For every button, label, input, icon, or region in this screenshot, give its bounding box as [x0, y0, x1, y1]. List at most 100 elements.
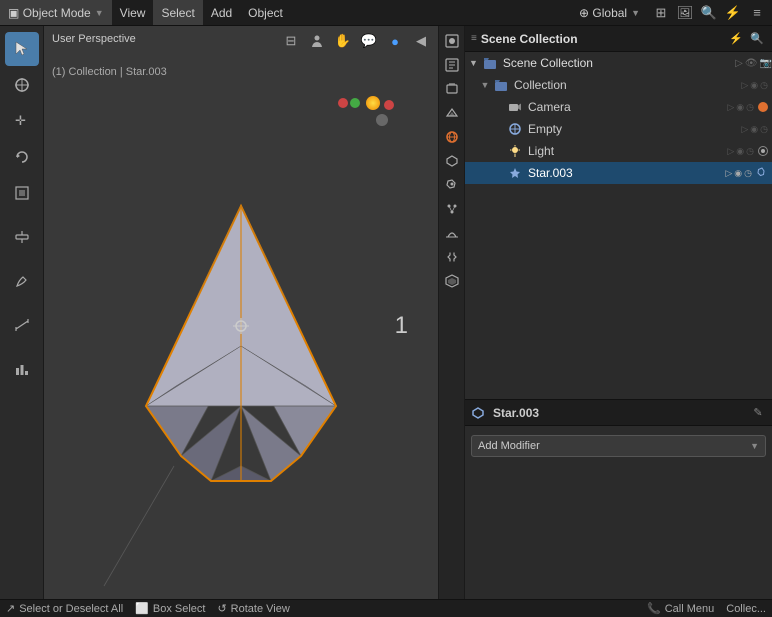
header-icon-1[interactable]: ⊞ — [650, 2, 672, 24]
outliner-tree[interactable]: ▼ Scene Collection ▷ 👁 📷 ▼ — [465, 52, 772, 399]
properties-body: Add Modifier ▼ — [465, 426, 772, 466]
add-label: Add — [211, 6, 232, 20]
light-cam-icon: ◷ — [746, 146, 754, 157]
select-all-item[interactable]: ↗ Select or Deselect All — [6, 602, 123, 615]
camera-row[interactable]: ▶ Camera ▷ ◉ ◷ — [465, 96, 772, 118]
vp-hand-icon[interactable]: ✋ — [332, 30, 354, 52]
svg-text:✛: ✛ — [15, 113, 26, 128]
outliner-filter-icon[interactable]: ⚡ — [727, 30, 745, 48]
camera-item-icon — [508, 100, 522, 114]
viewport-number: 1 — [395, 312, 408, 340]
modifier-icon[interactable] — [441, 174, 463, 196]
rotate-tool[interactable] — [5, 140, 39, 174]
select-all-icon: ↗ — [6, 602, 15, 615]
collection-status[interactable]: Collec... — [726, 603, 766, 615]
header-icon-3[interactable]: 🔍 — [698, 2, 720, 24]
view-label: View — [120, 6, 146, 20]
star003-row[interactable]: ▶ Star.003 ▷ ◉ ◷ — [465, 162, 772, 184]
add-modifier-dropdown[interactable]: Add Modifier ▼ — [471, 435, 766, 457]
col-tri-icon: ▷ — [741, 80, 748, 91]
viewport-3d[interactable]: User Perspective (1) Collection | Star.0… — [44, 26, 438, 599]
outliner-header-icons: ⚡ 🔍 — [727, 30, 766, 48]
world-icon[interactable] — [441, 126, 463, 148]
outliner-icon: ≡ — [471, 33, 477, 44]
outliner-header: ≡ Scene Collection ⚡ 🔍 — [465, 26, 772, 52]
call-menu-item[interactable]: 📞 Call Menu — [647, 602, 714, 615]
header-icon-2[interactable]: 🖼 — [674, 2, 696, 24]
rotate-view-item[interactable]: ↺ Rotate View — [217, 602, 289, 615]
physics-icon[interactable] — [441, 222, 463, 244]
sc-eye-icon: 👁 — [745, 58, 758, 69]
star-object-svg — [101, 166, 381, 486]
scene-collection-label: Scene Collection — [503, 56, 593, 70]
outliner-search-icon[interactable]: 🔍 — [748, 30, 766, 48]
collection-row[interactable]: ▼ Collection ▷ ◉ ◷ — [465, 74, 772, 96]
perspective-label: User Perspective — [52, 33, 136, 45]
constraints-icon[interactable] — [441, 246, 463, 268]
camera-label: Camera — [528, 100, 571, 114]
view-layer-icon[interactable] — [441, 78, 463, 100]
add-menu[interactable]: Add — [203, 0, 240, 25]
col-eye-icon: ◉ — [750, 80, 758, 91]
cam-cam-icon: ◷ — [746, 102, 754, 113]
light-eye-icon: ◉ — [736, 146, 744, 157]
cursor-tool[interactable] — [5, 68, 39, 102]
output-icon[interactable] — [441, 54, 463, 76]
box-select-icon: ⬜ — [135, 602, 149, 615]
scene-collection-title: Scene Collection — [481, 32, 578, 46]
star-label: Star.003 — [528, 166, 573, 180]
select-menu[interactable]: Select — [153, 0, 202, 25]
star-cam-icon: ◷ — [744, 168, 752, 179]
light-tri-icon: ▷ — [727, 146, 734, 157]
mode-icon: ▣ — [8, 6, 19, 20]
particles-icon[interactable] — [441, 198, 463, 220]
box-select-label: Box Select — [153, 603, 206, 615]
light-row[interactable]: ▶ Light ▷ ◉ ◷ — [465, 140, 772, 162]
scene-collection-row[interactable]: ▼ Scene Collection ▷ 👁 📷 — [465, 52, 772, 74]
object-icon[interactable] — [441, 150, 463, 172]
star-item-icon — [508, 166, 522, 180]
header-icon-5[interactable]: ≡ — [746, 2, 768, 24]
cam-tri-icon: ▷ — [727, 102, 734, 113]
data-icon[interactable] — [441, 270, 463, 292]
emp-cam-icon: ◷ — [760, 124, 768, 135]
scene-icon[interactable] — [441, 102, 463, 124]
cam-eye-icon: ◉ — [736, 102, 744, 113]
transform-tool[interactable] — [5, 220, 39, 254]
select-label: Select — [161, 6, 194, 20]
star-eye-icon: ◉ — [734, 168, 742, 179]
scale-tool[interactable] — [5, 176, 39, 210]
collection-expand-arrow: ▼ — [479, 79, 491, 91]
camera-dot — [758, 102, 768, 112]
mode-selector[interactable]: ▣ Object Mode ▼ — [0, 0, 112, 25]
vp-collapse-icon[interactable]: ◀ — [410, 30, 432, 52]
header-icon-4[interactable]: ⚡ — [722, 2, 744, 24]
select-tool[interactable] — [5, 32, 39, 66]
chart-tool[interactable] — [5, 352, 39, 386]
global-selector[interactable]: ⊕ Global ▼ — [571, 6, 648, 20]
rotate-view-icon: ↺ — [217, 602, 226, 615]
properties-edit-icon[interactable]: ✎ — [750, 405, 766, 421]
col-cam-icon: ◷ — [760, 80, 768, 91]
object-menu[interactable]: Object — [240, 0, 291, 25]
emp-tri-icon: ▷ — [741, 124, 748, 135]
view-menu[interactable]: View — [112, 0, 154, 25]
measure-tool[interactable] — [5, 308, 39, 342]
bottom-status-bar: ↗ Select or Deselect All ⬜ Box Select ↺ … — [0, 599, 772, 617]
vp-bubble-icon[interactable]: 💬 — [358, 30, 380, 52]
empty-item-icon — [508, 122, 522, 136]
collection-status-label: Collec... — [726, 603, 766, 615]
light-item-icon — [508, 144, 522, 158]
annotate-tool[interactable] — [5, 264, 39, 298]
move-tool[interactable]: ✛ — [5, 104, 39, 138]
properties-panel: Star.003 ✎ Add Modifier ▼ — [465, 399, 772, 599]
empty-row[interactable]: ▶ Empty ▷ ◉ ◷ — [465, 118, 772, 140]
mode-label: Object Mode — [23, 6, 91, 20]
vp-grid-icon[interactable]: ⊟ — [280, 30, 302, 52]
viewport-object-area[interactable]: 1 — [44, 52, 438, 599]
box-select-item[interactable]: ⬜ Box Select — [135, 602, 205, 615]
vp-circle-icon[interactable]: ● — [384, 30, 406, 52]
properties-object-icon — [471, 406, 485, 420]
vp-person-icon[interactable] — [306, 30, 328, 52]
render-icon[interactable] — [441, 30, 463, 52]
